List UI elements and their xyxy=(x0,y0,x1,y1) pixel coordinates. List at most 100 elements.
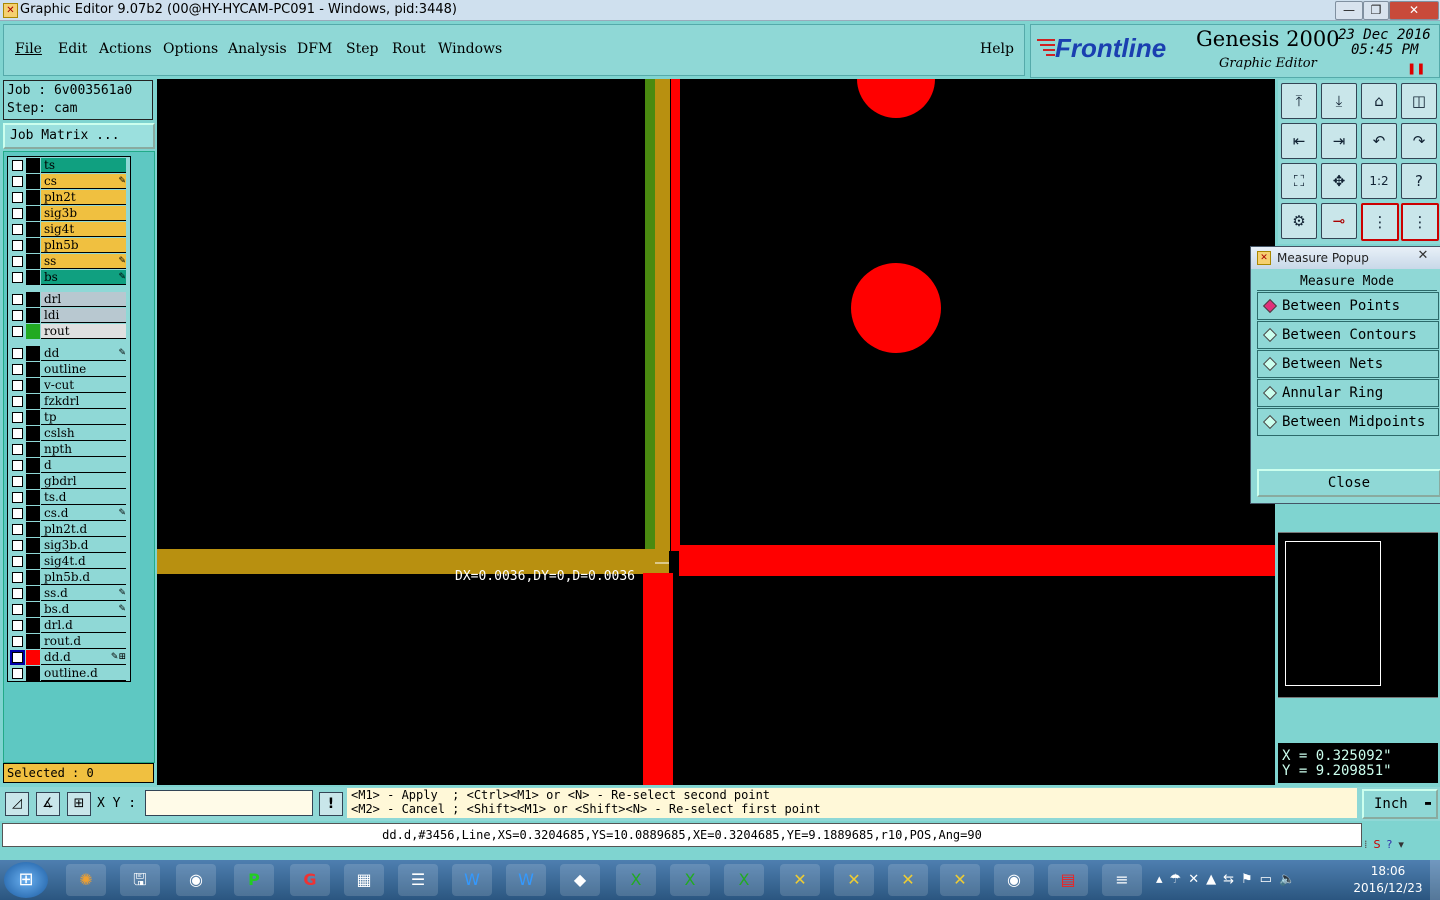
layer-name[interactable]: drl.d xyxy=(41,618,126,633)
layer-color-swatch[interactable] xyxy=(26,650,40,665)
layer-row[interactable]: pln5b.d xyxy=(8,570,128,585)
layer-checkbox[interactable] xyxy=(12,380,23,391)
layer-name[interactable]: ldi xyxy=(41,308,126,323)
layer-color-swatch[interactable] xyxy=(26,346,40,361)
layer-row[interactable]: sig4t xyxy=(8,222,128,237)
zoom-center-icon[interactable]: ✥ xyxy=(1321,163,1357,199)
tray-menu-icon[interactable]: ▾ xyxy=(1398,838,1410,851)
layer-name[interactable]: sig4t.d xyxy=(41,554,126,569)
layer-color-swatch[interactable] xyxy=(26,426,40,441)
layer-row[interactable]: npth xyxy=(8,442,128,457)
layer-color-swatch[interactable] xyxy=(26,222,40,237)
layer-name[interactable]: v-cut xyxy=(41,378,126,393)
layer-row[interactable]: pln5b xyxy=(8,238,128,253)
layer-row[interactable]: gbdrl xyxy=(8,474,128,489)
layer-checkbox[interactable] xyxy=(12,240,23,251)
tray-network-icon[interactable]: ⇆ xyxy=(1223,872,1241,887)
layer-row[interactable]: fzkdrl xyxy=(8,394,128,409)
layer-checkbox[interactable] xyxy=(12,604,23,615)
layer-checkbox[interactable] xyxy=(12,668,23,679)
layer-color-swatch[interactable] xyxy=(26,618,40,633)
layer-name[interactable]: cs ✎ xyxy=(41,174,126,189)
layer-row[interactable]: rout.d xyxy=(8,634,128,649)
layer-name[interactable]: drl xyxy=(41,292,126,307)
layer-color-swatch[interactable] xyxy=(26,394,40,409)
layer-row[interactable]: pln2t.d xyxy=(8,522,128,537)
layer-row[interactable]: bs ✎ xyxy=(8,270,128,285)
layer-color-swatch[interactable] xyxy=(26,586,40,601)
layer-color-swatch[interactable] xyxy=(26,158,40,173)
layer-checkbox[interactable] xyxy=(12,556,23,567)
layer-name[interactable]: rout.d xyxy=(41,634,126,649)
option-between-midpoints[interactable]: Between Midpoints xyxy=(1257,408,1439,436)
tray-antivirus-icon[interactable]: ☂ xyxy=(1170,872,1189,887)
taskbar-genesis-icon[interactable]: ✕ xyxy=(780,864,820,896)
popup-close-button[interactable]: Close xyxy=(1257,469,1440,497)
layer-name[interactable]: dd ✎ xyxy=(41,346,126,361)
layer-color-swatch[interactable] xyxy=(26,174,40,189)
tray-flag-icon[interactable]: ⚑ xyxy=(1241,872,1260,887)
menu-dfm[interactable]: DFM xyxy=(297,41,332,57)
tray-monitor-icon[interactable]: ▭ xyxy=(1260,872,1279,887)
layer-checkbox[interactable] xyxy=(12,460,23,471)
layer-row[interactable]: outline.d xyxy=(8,666,128,681)
layer-checkbox[interactable] xyxy=(12,396,23,407)
layer-checkbox[interactable] xyxy=(12,176,23,187)
layer-color-swatch[interactable] xyxy=(26,442,40,457)
pan-left-icon[interactable]: ⇤ xyxy=(1281,123,1317,159)
layer-color-swatch[interactable] xyxy=(26,190,40,205)
layer-row[interactable]: bs.d ✎ xyxy=(8,602,128,617)
menu-step[interactable]: Step xyxy=(346,41,378,57)
layer-checkbox[interactable] xyxy=(12,636,23,647)
taskbar-pdf-icon[interactable]: ▤ xyxy=(1048,864,1088,896)
option-between-points[interactable]: Between Points xyxy=(1257,292,1439,320)
taskbar-sun-icon[interactable]: ✺ xyxy=(66,864,106,896)
menu-rout[interactable]: Rout xyxy=(392,41,426,57)
layer-color-swatch[interactable] xyxy=(26,538,40,553)
zoom-home-icon[interactable]: ⤒ xyxy=(1281,83,1317,119)
layer-row[interactable]: drl.d xyxy=(8,618,128,633)
layer-name[interactable]: cs.d ✎ xyxy=(41,506,126,521)
layer-checkbox[interactable] xyxy=(12,508,23,519)
alert-icon[interactable]: ! xyxy=(319,792,343,816)
layer-color-swatch[interactable] xyxy=(26,522,40,537)
start-button[interactable]: ⊞ xyxy=(4,862,48,898)
layer-row[interactable]: pln2t xyxy=(8,190,128,205)
taskbar-word2-icon[interactable]: W xyxy=(506,864,546,896)
layer-checkbox[interactable] xyxy=(12,310,23,321)
layer-row[interactable]: sig4t.d xyxy=(8,554,128,569)
scale-1-2-icon[interactable]: 1:2 xyxy=(1361,163,1397,199)
layer-row[interactable]: sig3b.d xyxy=(8,538,128,553)
menu-options[interactable]: Options xyxy=(163,41,218,57)
taskbar-excel2-icon[interactable]: X xyxy=(670,864,710,896)
layer-row[interactable]: cs ✎ xyxy=(8,174,128,189)
angle-tool-icon[interactable]: ∡ xyxy=(36,792,60,816)
layer-color-swatch[interactable] xyxy=(26,458,40,473)
layer-name[interactable]: ts xyxy=(41,158,126,173)
menu-edit[interactable]: Edit xyxy=(58,41,87,57)
split-view-icon[interactable]: ◫ xyxy=(1401,83,1437,119)
tray-chart-icon[interactable]: ▲ xyxy=(1206,872,1223,887)
taskbar-save-icon[interactable]: 🖫 xyxy=(120,864,160,896)
layer-row[interactable]: cslsh xyxy=(8,426,128,441)
layer-color-swatch[interactable] xyxy=(26,634,40,649)
layer-name[interactable]: outline.d xyxy=(41,666,126,681)
layer-color-swatch[interactable] xyxy=(26,292,40,307)
layer-row[interactable]: ts xyxy=(8,158,128,173)
layer-checkbox[interactable] xyxy=(12,572,23,583)
popup-close-icon[interactable]: ✕ xyxy=(1413,248,1433,264)
zoom-down-icon[interactable]: ⤓ xyxy=(1321,83,1357,119)
graphic-canvas[interactable]: DX=0.0036,DY=0,D=0.0036 xyxy=(157,79,1275,785)
undo-view-icon[interactable]: ↶ xyxy=(1361,123,1397,159)
layer-name[interactable]: ss.d ✎ xyxy=(41,586,126,601)
layer-checkbox[interactable] xyxy=(12,294,23,305)
layer-row[interactable]: tp xyxy=(8,410,128,425)
layer-color-swatch[interactable] xyxy=(26,362,40,377)
option-between-nets[interactable]: Between Nets xyxy=(1257,350,1439,378)
taskbar-notes-icon[interactable]: ☰ xyxy=(398,864,438,896)
home-view-icon[interactable]: ⌂ xyxy=(1361,83,1397,119)
layer-checkbox[interactable] xyxy=(12,326,23,337)
layer-row[interactable]: v-cut xyxy=(8,378,128,393)
layer-checkbox[interactable] xyxy=(10,650,25,665)
layer-row[interactable]: ss ✎ xyxy=(8,254,128,269)
